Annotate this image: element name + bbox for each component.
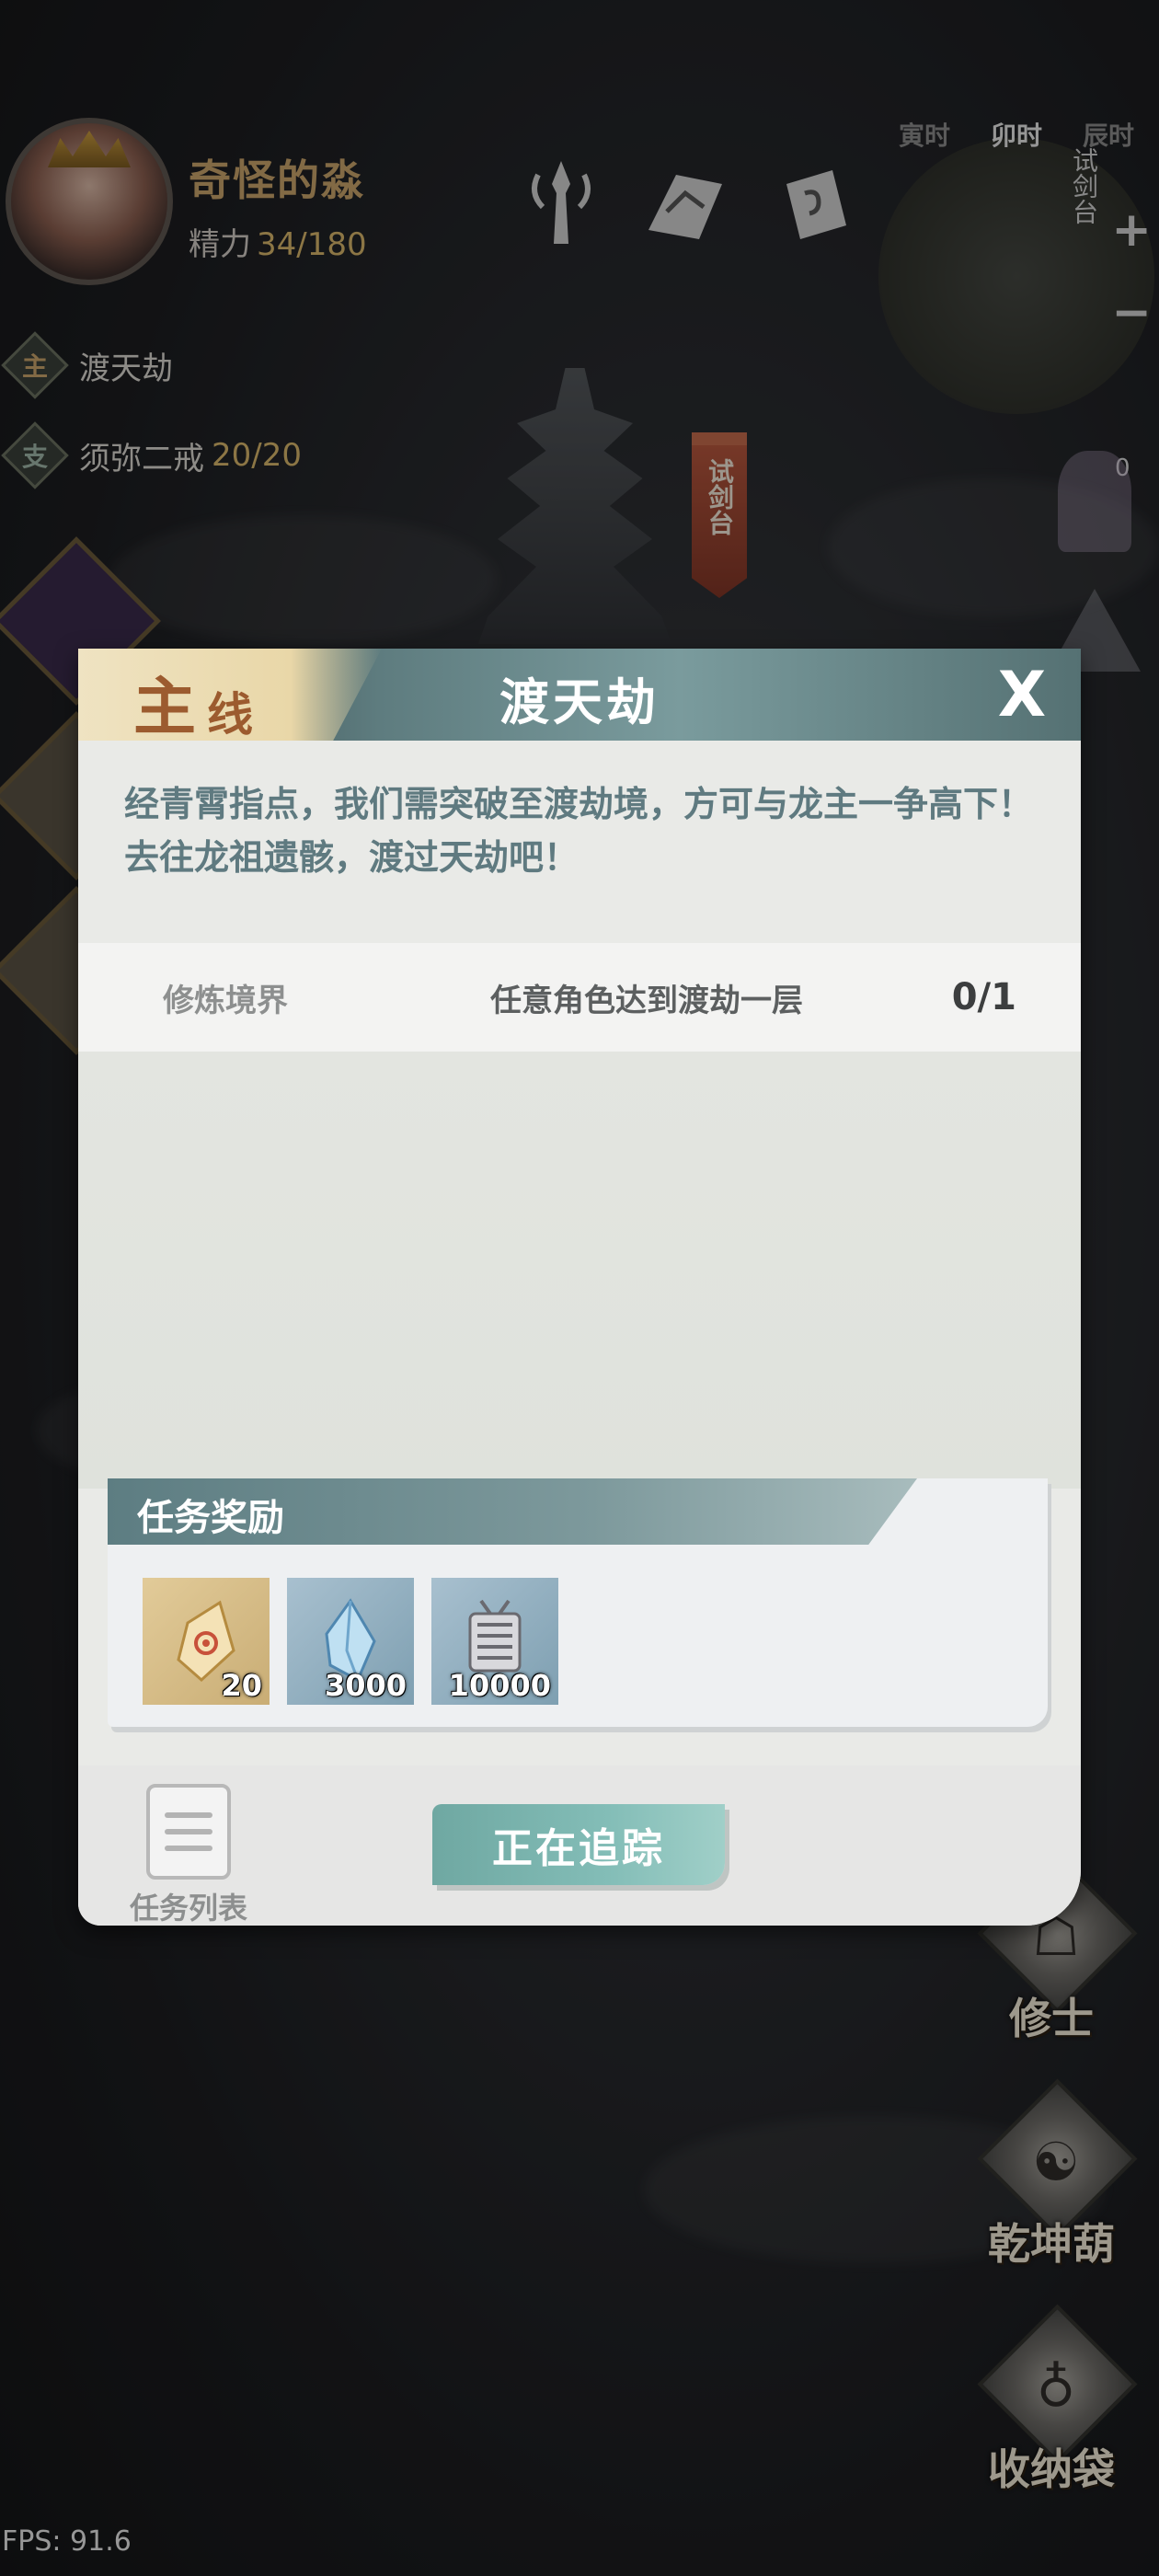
- dialog-title: 渡天劫: [499, 673, 660, 731]
- objective-category: 修炼境界: [163, 982, 288, 1019]
- reward-quantity: 3000: [324, 1668, 407, 1703]
- reward-item-blue-crystal[interactable]: 3000: [287, 1578, 414, 1705]
- reward-item-crystal-shard[interactable]: 20: [143, 1578, 270, 1705]
- quest-objective-row: 修炼境界 任意角色达到渡劫一层 0/1: [78, 943, 1081, 1052]
- tracking-button[interactable]: 正在追踪: [432, 1804, 725, 1885]
- objective-text: 任意角色达到渡劫一层: [490, 982, 803, 1019]
- task-list-label: 任务列表: [129, 1891, 247, 1926]
- list-icon: [146, 1784, 231, 1880]
- close-button[interactable]: X: [983, 656, 1061, 733]
- quest-description: 经青霄指点，我们需突破至渡劫境，方可与龙主一争高下！去往龙祖遗骸，渡过天劫吧！: [124, 784, 1034, 878]
- quest-dialog: 主 线 渡天劫 X 经青霄指点，我们需突破至渡劫境，方可与龙主一争高下！去往龙祖…: [78, 649, 1081, 1926]
- rewards-header: 任务奖励: [108, 1478, 917, 1545]
- rewards-title: 任务奖励: [137, 1497, 284, 1539]
- objective-progress: 0/1: [951, 976, 1016, 1018]
- dialog-body: [78, 1052, 1081, 1489]
- task-list-button[interactable]: 任务列表: [124, 1784, 253, 1926]
- game-scene: 试剑台 奇怪的淼 精力 34/180 主 渡天劫 支 须弥二戒 20/20 寅时…: [0, 0, 1159, 2576]
- reward-quantity: 20: [221, 1668, 262, 1703]
- reward-item-scroll-bundle[interactable]: 10000: [431, 1578, 558, 1705]
- rewards-panel: 任务奖励 20 3000 10000: [108, 1478, 1048, 1727]
- reward-quantity: 10000: [448, 1668, 551, 1703]
- dialog-footer: 任务列表 正在追踪: [78, 1765, 1081, 1926]
